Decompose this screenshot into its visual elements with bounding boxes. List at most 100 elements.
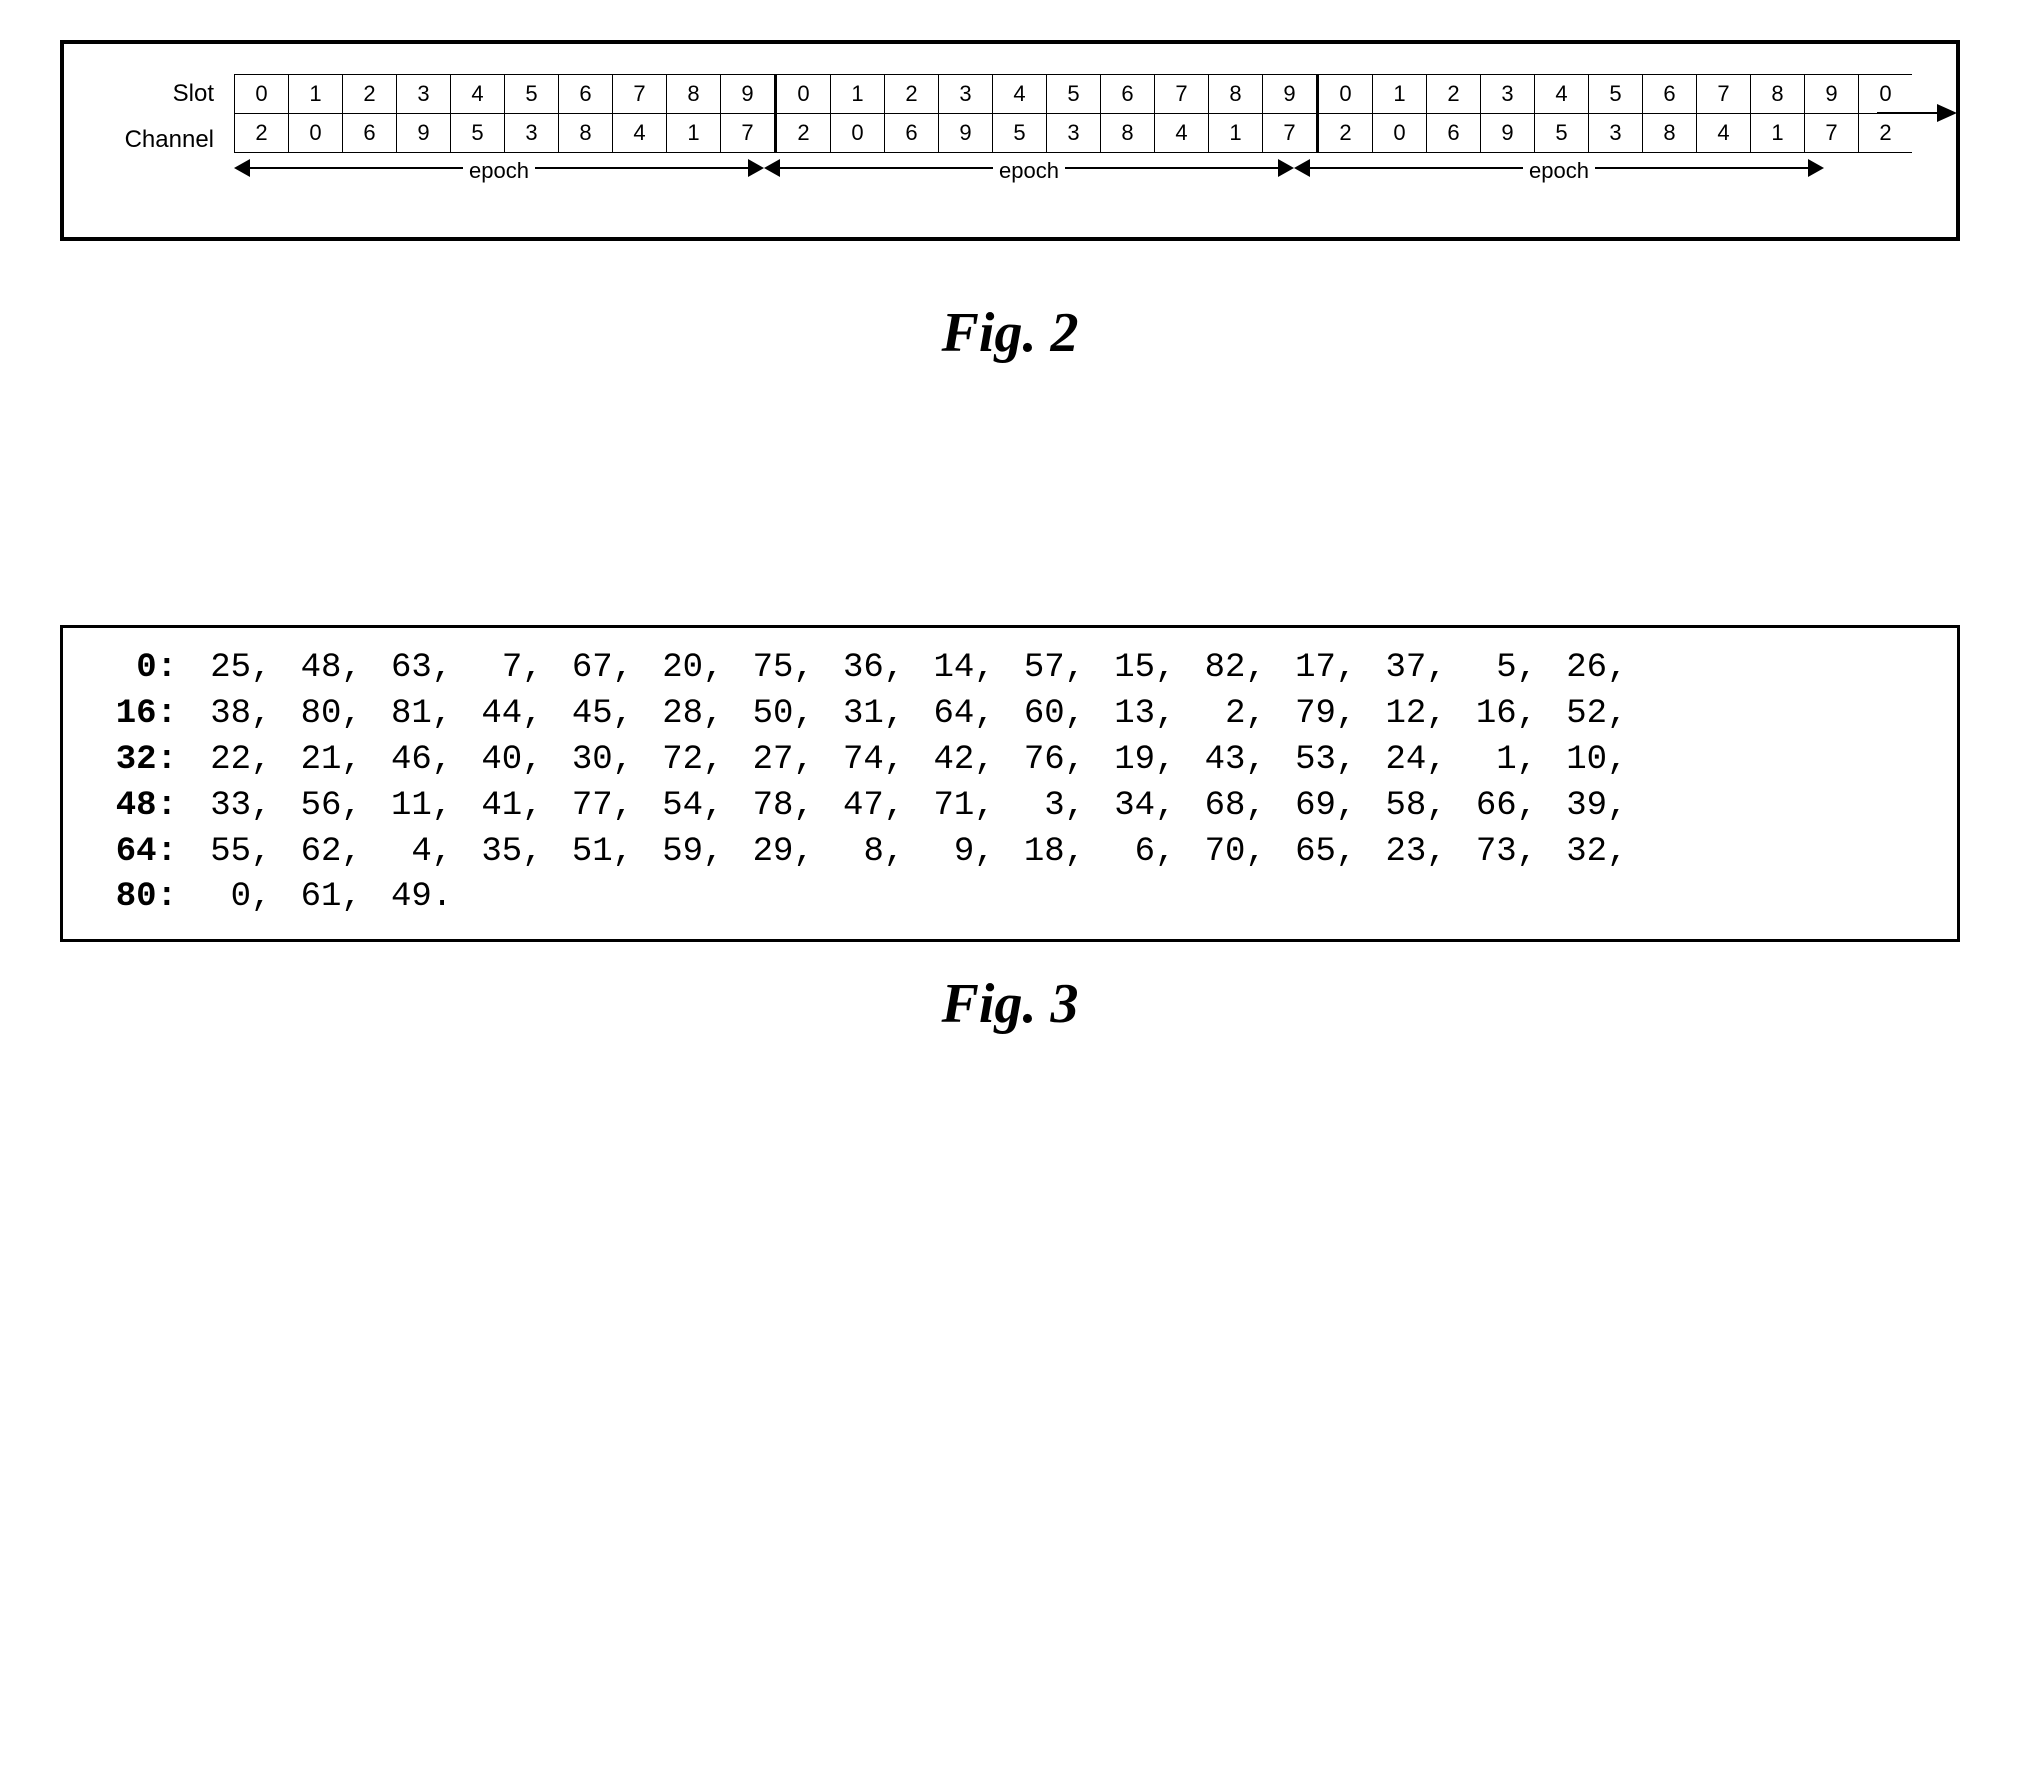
fig3-value: 80 — [271, 692, 341, 738]
fig3-value: 64 — [904, 692, 974, 738]
fig3-row: 0:25,48,63, 7,67,20,75,36,14,57,15,82,17… — [87, 646, 1933, 692]
slot-cell: 2 — [1427, 75, 1481, 114]
fig3-value: 61 — [271, 875, 341, 921]
fig3-value: 28 — [633, 692, 703, 738]
fig3-value: 62 — [271, 830, 341, 876]
fig3-row: 32:22,21,46,40,30,72,27,74,42,76,19,43,5… — [87, 738, 1933, 784]
fig3-value: 20 — [633, 646, 703, 692]
channel-cell: 9 — [397, 114, 451, 153]
fig3-value: 3 — [995, 784, 1065, 830]
fig3-value: 29 — [723, 830, 793, 876]
fig3-value: 27 — [723, 738, 793, 784]
fig3-value: 33 — [181, 784, 251, 830]
fig3-value: 22 — [181, 738, 251, 784]
fig3-value: 71 — [904, 784, 974, 830]
fig3-row-values: 25,48,63, 7,67,20,75,36,14,57,15,82,17,3… — [181, 646, 1628, 692]
fig3-value: 14 — [904, 646, 974, 692]
fig3-value: 82 — [1175, 646, 1245, 692]
slot-cell: 3 — [1481, 75, 1535, 114]
fig3-row-index: 80: — [87, 875, 181, 921]
channel-cell: 2 — [1318, 114, 1373, 153]
fig3-value: 2 — [1175, 692, 1245, 738]
epoch-row: epochepochepoch — [234, 155, 1926, 197]
fig3-value: 8 — [814, 830, 884, 876]
epoch-label: epoch — [463, 158, 535, 183]
fig3-value: 66 — [1447, 784, 1517, 830]
fig3-value: 17 — [1266, 646, 1336, 692]
fig3-row-index: 0: — [87, 646, 181, 692]
fig3-row-values: 33,56,11,41,77,54,78,47,71, 3,34,68,69,5… — [181, 784, 1628, 830]
channel-cell: 0 — [289, 114, 343, 153]
fig3-value: 36 — [814, 646, 884, 692]
channel-row-label: Channel — [94, 126, 224, 154]
fig3-value: 74 — [814, 738, 884, 784]
channel-cell: 7 — [1805, 114, 1859, 153]
channel-cell: 4 — [613, 114, 667, 153]
slot-cell: 4 — [993, 75, 1047, 114]
fig3-value: 79 — [1266, 692, 1336, 738]
fig3-value: 24 — [1356, 738, 1426, 784]
fig3-value: 67 — [543, 646, 613, 692]
fig3-row: 80: 0,61,49. — [87, 875, 1933, 921]
fig3-value: 65 — [1266, 830, 1336, 876]
channel-cell: 6 — [885, 114, 939, 153]
channel-cell: 1 — [1209, 114, 1263, 153]
slot-channel-grid: 0123456789012345678901234567890206953841… — [234, 74, 1912, 153]
fig3-value: 1 — [1447, 738, 1517, 784]
fig3-row-values: 0,61,49. — [181, 875, 452, 921]
channel-cell: 5 — [451, 114, 505, 153]
fig2-grid-wrapper: Slot Channel 012345678901234567890123456… — [94, 74, 1926, 197]
fig3-value: 18 — [995, 830, 1065, 876]
channel-cell: 2 — [235, 114, 289, 153]
fig3-value: 41 — [452, 784, 522, 830]
fig3-value: 40 — [452, 738, 522, 784]
fig3-value: 63 — [362, 646, 432, 692]
fig3-value: 25 — [181, 646, 251, 692]
channel-cell: 6 — [343, 114, 397, 153]
slot-cell: 0 — [776, 75, 831, 114]
fig3-value: 49 — [362, 875, 432, 921]
channel-cell: 5 — [1535, 114, 1589, 153]
slot-row-label: Slot — [94, 80, 224, 108]
fig3-value: 48 — [271, 646, 341, 692]
slot-cell: 7 — [613, 75, 667, 114]
channel-cell: 1 — [1751, 114, 1805, 153]
slot-cell: 2 — [343, 75, 397, 114]
slot-cell: 8 — [667, 75, 721, 114]
slot-cell: 6 — [559, 75, 613, 114]
slot-cell: 7 — [1697, 75, 1751, 114]
fig3-value: 21 — [271, 738, 341, 784]
fig3-row-values: 38,80,81,44,45,28,50,31,64,60,13, 2,79,1… — [181, 692, 1628, 738]
fig3-value: 23 — [1356, 830, 1426, 876]
slot-cell: 0 — [1859, 75, 1913, 114]
fig3-value: 55 — [181, 830, 251, 876]
slot-cell: 6 — [1101, 75, 1155, 114]
fig3-value: 47 — [814, 784, 884, 830]
fig3-value: 56 — [271, 784, 341, 830]
fig3-value: 45 — [543, 692, 613, 738]
fig3-value: 76 — [995, 738, 1065, 784]
fig3-row: 64:55,62, 4,35,51,59,29, 8, 9,18, 6,70,6… — [87, 830, 1933, 876]
fig3-value: 51 — [543, 830, 613, 876]
slot-cell: 1 — [1373, 75, 1427, 114]
slot-cell: 3 — [939, 75, 993, 114]
fig3-value: 54 — [633, 784, 703, 830]
fig3-row-index: 64: — [87, 830, 181, 876]
channel-cell: 5 — [993, 114, 1047, 153]
channel-cell: 8 — [1101, 114, 1155, 153]
fig3-value: 43 — [1175, 738, 1245, 784]
fig3-value: 53 — [1266, 738, 1336, 784]
fig3-value: 75 — [723, 646, 793, 692]
fig3-value: 16 — [1447, 692, 1517, 738]
slot-cell: 4 — [1535, 75, 1589, 114]
fig3-value: 38 — [181, 692, 251, 738]
fig3-value: 32 — [1537, 830, 1607, 876]
channel-cell: 2 — [776, 114, 831, 153]
slot-cell: 5 — [505, 75, 559, 114]
channel-cell: 7 — [1263, 114, 1318, 153]
channel-cell: 9 — [939, 114, 993, 153]
fig3-value: 42 — [904, 738, 974, 784]
fig3-value: 70 — [1175, 830, 1245, 876]
fig3-value: 46 — [362, 738, 432, 784]
slot-cell: 1 — [289, 75, 343, 114]
